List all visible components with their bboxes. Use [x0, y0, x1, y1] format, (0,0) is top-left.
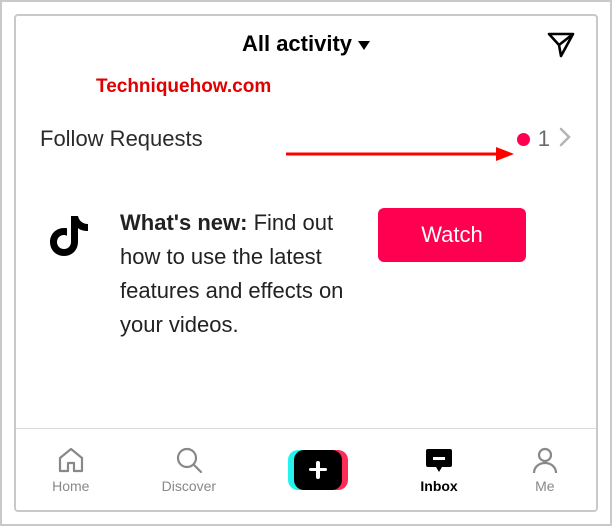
follow-requests-indicator: 1 [517, 126, 572, 153]
tab-discover-label: Discover [162, 478, 216, 494]
search-icon [174, 446, 204, 474]
tab-inbox-label: Inbox [420, 478, 457, 494]
tab-inbox[interactable]: Inbox [420, 446, 457, 494]
notification-dot-icon [517, 133, 530, 146]
tab-me-label: Me [535, 478, 554, 494]
home-icon [56, 446, 86, 474]
chevron-right-icon [558, 126, 572, 153]
watch-button[interactable]: Watch [378, 208, 526, 262]
follow-requests-label: Follow Requests [40, 126, 203, 152]
watermark-text: Techniquehow.com [96, 76, 271, 98]
promo-bold: What's new: [120, 210, 247, 235]
send-message-icon[interactable] [546, 30, 576, 65]
bottom-tab-bar: Home Discover [16, 428, 596, 510]
profile-icon [530, 446, 560, 474]
plus-icon [294, 450, 342, 490]
annotation-arrow-icon [286, 144, 516, 169]
promo-card: What's new: Find out how to use the late… [16, 182, 596, 342]
create-button[interactable] [288, 450, 348, 490]
caret-down-icon [358, 41, 370, 50]
tab-discover[interactable]: Discover [162, 446, 216, 494]
tab-home-label: Home [52, 478, 89, 494]
tab-me[interactable]: Me [530, 446, 560, 494]
promo-text: What's new: Find out how to use the late… [120, 206, 360, 342]
activity-title: All activity [242, 31, 352, 57]
top-bar: All activity [16, 16, 596, 72]
tiktok-logo-icon [40, 206, 102, 258]
tab-home[interactable]: Home [52, 446, 89, 494]
activity-filter-dropdown[interactable]: All activity [242, 31, 370, 57]
follow-requests-count: 1 [538, 126, 550, 152]
inbox-icon [423, 446, 455, 474]
